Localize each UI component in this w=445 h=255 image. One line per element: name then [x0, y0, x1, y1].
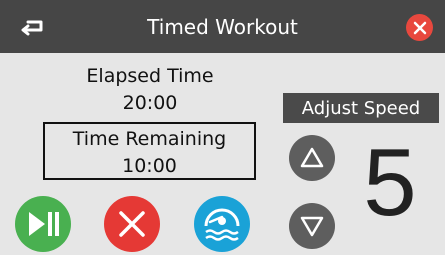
speed-down-button[interactable]	[289, 203, 335, 249]
play-pause-button[interactable]	[15, 196, 71, 252]
swim-icon	[204, 208, 240, 241]
time-remaining-box: Time Remaining 10:00	[43, 122, 256, 180]
elapsed-time-label: Elapsed Time	[86, 65, 214, 87]
triangle-up-icon	[300, 147, 324, 168]
triangle-down-icon	[300, 216, 324, 237]
stop-button[interactable]	[104, 196, 160, 252]
speed-value: 5	[363, 129, 417, 236]
play-pause-icon	[29, 212, 59, 236]
swim-button[interactable]	[194, 196, 250, 252]
page-title: Timed Workout	[147, 14, 298, 39]
header-bar: Timed Workout	[0, 0, 445, 53]
adjust-speed-label: Adjust Speed	[283, 93, 439, 123]
elapsed-time-value: 20:00	[122, 92, 178, 114]
close-icon	[413, 21, 426, 34]
speed-up-button[interactable]	[289, 135, 335, 181]
close-button[interactable]	[406, 14, 433, 41]
time-remaining-label: Time Remaining	[72, 128, 227, 150]
time-remaining-value: 10:00	[122, 155, 177, 177]
stop-icon	[119, 211, 145, 237]
